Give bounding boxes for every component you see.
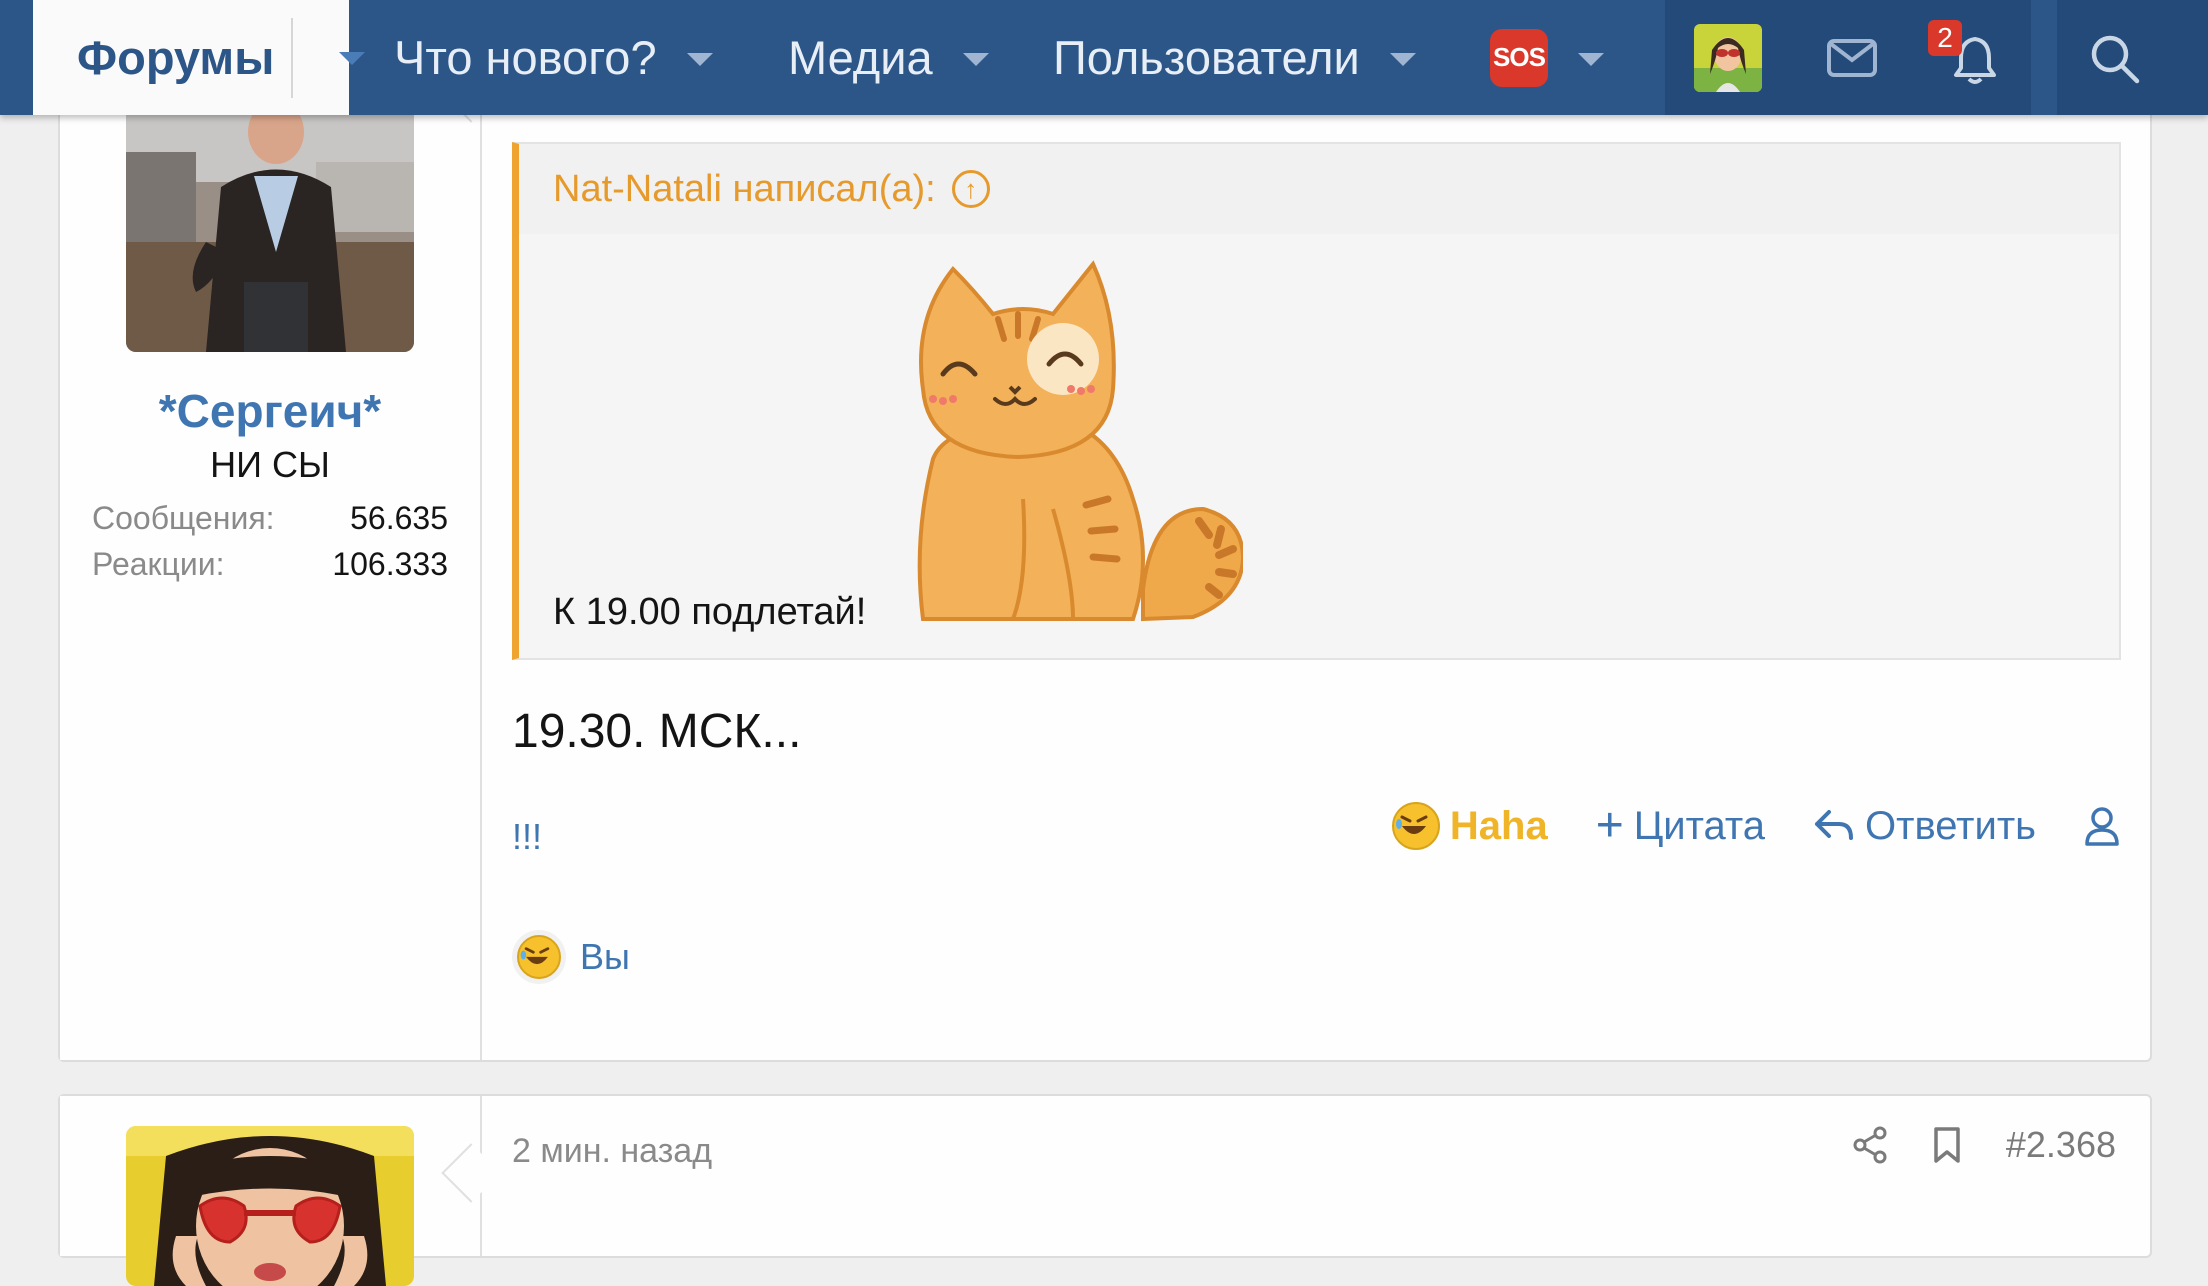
reactions-by-label[interactable]: Вы	[580, 936, 630, 978]
chevron-down-icon[interactable]	[962, 53, 989, 66]
reactions-bar[interactable]: Вы	[512, 930, 630, 984]
search-icon[interactable]	[2089, 33, 2141, 85]
stat-value: 56.635	[350, 500, 448, 536]
stat-label: Реакции:	[92, 546, 225, 582]
stat-value: 106.333	[332, 546, 448, 582]
quote-label: Цитата	[1633, 803, 1766, 848]
nav-tab-whats-new[interactable]: Что нового?	[394, 0, 713, 115]
author-avatar[interactable]	[126, 1126, 414, 1286]
reaction-label: Haha	[1449, 803, 1548, 848]
post-pointer-arrow	[441, 1143, 501, 1203]
post-meta-actions: #2.368	[1852, 1124, 2116, 1166]
post-body-text: 19.30. МСК...	[512, 705, 802, 758]
alerts-count-badge: 2	[1928, 20, 1962, 56]
author-stat-messages: Сообщения: 56.635	[92, 500, 448, 537]
chevron-down-icon[interactable]	[339, 52, 365, 65]
nav-divider	[291, 18, 293, 98]
laughing-emoji-icon	[517, 935, 561, 979]
reaction-button[interactable]: Haha	[1391, 802, 1548, 850]
reply-button[interactable]: Ответить	[1813, 804, 2036, 849]
nav-tab-members[interactable]: Пользователи	[1053, 0, 1416, 115]
nav-forums-label: Форумы	[77, 31, 275, 84]
reply-label: Ответить	[1865, 803, 2036, 848]
author-username[interactable]: *Сергеич*	[60, 384, 480, 438]
post-signature: !!!	[512, 816, 543, 857]
nav-whats-new-label: Что нового?	[394, 31, 657, 84]
post-actions: Haha + Цитата Ответить	[1391, 799, 2120, 852]
chevron-down-icon[interactable]	[686, 53, 713, 66]
post-author-panel	[60, 1096, 501, 1286]
quote-text: К 19.00 подлетай!	[553, 591, 867, 633]
author-stat-reactions: Реакции: 106.333	[92, 546, 448, 583]
quote-author: Nat-Natali написал(а):	[553, 167, 936, 210]
top-navbar: Форумы Что нового? Медиа Пользователи SO…	[0, 0, 2208, 115]
plus-icon: +	[1595, 799, 1624, 852]
nav-tab-forums[interactable]: Форумы	[33, 0, 365, 115]
sos-icon: SOS	[1490, 28, 1548, 87]
post-card: *Сергеич* НИ СЫ Сообщения: 56.635 Реакци…	[58, 63, 2152, 1062]
share-icon[interactable]	[1852, 1126, 1888, 1164]
nav-members-label: Пользователи	[1053, 31, 1360, 84]
nav-tab-media[interactable]: Медиа	[788, 0, 989, 115]
post-author-panel: *Сергеич* НИ СЫ Сообщения: 56.635 Реакци…	[60, 63, 501, 1060]
stat-label: Сообщения:	[92, 500, 275, 536]
nav-tab-sos[interactable]: SOS	[1490, 0, 1604, 115]
envelope-icon[interactable]	[1826, 38, 1878, 78]
chevron-down-icon[interactable]	[1578, 53, 1604, 66]
author-title: НИ СЫ	[210, 444, 330, 485]
nav-media-label: Медиа	[788, 31, 933, 84]
quote-header[interactable]: Nat-Natali написал(а): ↑	[519, 144, 2119, 234]
user-icon[interactable]	[2084, 806, 2120, 846]
post-card: 2 мин. назад #2.368	[58, 1094, 2152, 1286]
reply-arrow-icon	[1815, 810, 1854, 840]
arrow-up-circle-icon[interactable]: ↑	[951, 170, 990, 208]
laughing-emoji-icon	[1391, 802, 1440, 850]
reaction-summary	[512, 930, 566, 984]
multi-quote-button[interactable]: + Цитата	[1595, 799, 1766, 852]
bookmark-icon[interactable]	[1932, 1126, 1962, 1164]
quote-block: Nat-Natali написал(а): ↑ К 19.00 подлета…	[512, 142, 2121, 660]
post-timestamp[interactable]: 2 мин. назад	[512, 1132, 712, 1171]
author-avatar[interactable]	[126, 92, 414, 352]
post-number-link[interactable]: #2.368	[2006, 1124, 2116, 1166]
chevron-down-icon[interactable]	[1389, 53, 1416, 66]
account-avatar[interactable]	[1694, 24, 1762, 92]
cat-sticker-image	[917, 260, 1243, 622]
